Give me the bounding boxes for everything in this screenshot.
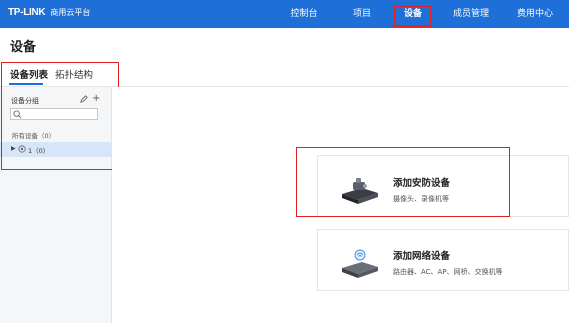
- nav-item-billing[interactable]: 费用中心: [510, 0, 560, 28]
- add-network-device-title: 添加网络设备: [393, 251, 451, 262]
- add-security-device-card[interactable]: 添加安防设备 摄像头、录像机等: [317, 155, 569, 217]
- add-network-device-desc: 路由器、AC、AP、网桥、交换机等: [393, 268, 503, 276]
- tab-device-list[interactable]: 设备列表: [10, 67, 48, 81]
- tp-link-logo[interactable]: TP-LINK: [8, 7, 46, 18]
- add-network-device-card[interactable]: 添加网络设备 路由器、AC、AP、网桥、交换机等: [317, 229, 569, 291]
- add-security-device-title: 添加安防设备: [393, 178, 451, 189]
- security-camera-device-icon: [342, 178, 378, 204]
- page-title: 设备: [10, 40, 37, 55]
- tree-item-group-1[interactable]: ▶ 1（0）: [0, 142, 111, 157]
- search-icon: [13, 110, 22, 119]
- tree-item-label: 1（0）: [28, 147, 50, 155]
- device-group-sidebar: [0, 87, 112, 323]
- brand: TP-LINK 商用云平台: [8, 7, 90, 18]
- tab-topology[interactable]: 拓扑结构: [55, 67, 93, 81]
- caret-right-icon[interactable]: ▶: [11, 145, 16, 152]
- device-group-label: 设备分组: [11, 97, 39, 105]
- add-security-device-desc: 摄像头、录像机等: [393, 195, 449, 203]
- pencil-icon[interactable]: [80, 95, 88, 103]
- nav-item-members[interactable]: 成员管理: [446, 0, 496, 28]
- plus-icon[interactable]: +: [92, 94, 100, 104]
- network-device-icon: [342, 249, 378, 278]
- group-node-icon: [18, 145, 26, 153]
- nav-item-console[interactable]: 控制台: [284, 0, 324, 28]
- active-tab-indicator: [9, 83, 43, 85]
- nav-item-projects[interactable]: 项目: [344, 0, 380, 28]
- all-devices-item[interactable]: 所有设备（0）: [12, 130, 55, 140]
- nav-item-devices[interactable]: 设备: [396, 0, 430, 28]
- platform-name: 商用云平台: [50, 8, 91, 17]
- top-nav-bar: TP-LINK 商用云平台 控制台 项目 设备 成员管理 费用中心: [0, 0, 569, 28]
- group-search-input[interactable]: [10, 108, 98, 120]
